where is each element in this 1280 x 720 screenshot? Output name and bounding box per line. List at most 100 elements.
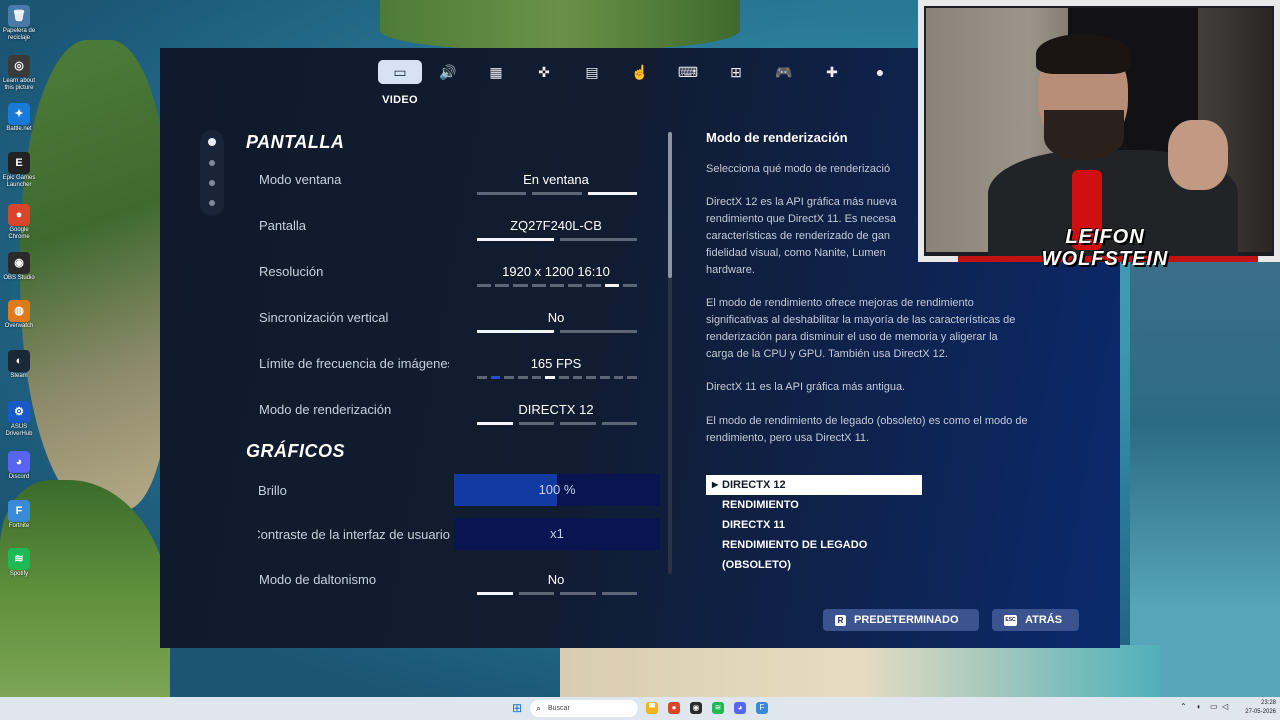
setting-option-bars[interactable] bbox=[477, 238, 637, 242]
option-bar[interactable] bbox=[477, 238, 554, 241]
desktop-shortcut[interactable]: ◐ Steam bbox=[2, 350, 36, 380]
option-bar[interactable] bbox=[572, 376, 583, 379]
default-button[interactable]: R PREDETERMINADO bbox=[823, 609, 979, 631]
desktop-shortcut[interactable]: ◕ Discord bbox=[2, 451, 36, 481]
setting-option-bars[interactable] bbox=[477, 284, 637, 288]
option-bar[interactable] bbox=[495, 284, 510, 287]
option-bar[interactable] bbox=[587, 192, 637, 195]
option-bar[interactable] bbox=[531, 284, 546, 287]
tab-account[interactable]: ● bbox=[858, 60, 902, 84]
option-bar[interactable] bbox=[545, 376, 556, 379]
desktop-shortcut[interactable]: ✦ Battle.net bbox=[2, 103, 36, 133]
slider-brightness[interactable]: 100 % bbox=[454, 474, 660, 506]
chrome-taskbar-icon[interactable]: ● bbox=[668, 702, 680, 714]
file-explorer-icon[interactable]: ▀ bbox=[646, 702, 658, 714]
option-bar[interactable] bbox=[532, 192, 582, 195]
desktop-shortcut[interactable]: ◍ Overwatch bbox=[2, 300, 36, 330]
option-bar[interactable] bbox=[586, 376, 597, 379]
settings-scrollbar[interactable] bbox=[668, 132, 672, 574]
section-pager[interactable] bbox=[200, 130, 224, 216]
option-bar[interactable] bbox=[613, 376, 624, 379]
setting-value[interactable]: DIRECTX 12 bbox=[456, 402, 656, 417]
option-bar[interactable] bbox=[477, 376, 487, 379]
option-bar[interactable] bbox=[477, 284, 492, 287]
tab-hud[interactable]: ▤ bbox=[570, 60, 614, 84]
setting-value[interactable]: ZQ27F240L-CB bbox=[456, 218, 656, 233]
option-bar[interactable] bbox=[490, 376, 501, 379]
option-bar[interactable] bbox=[622, 284, 637, 287]
option-bar[interactable] bbox=[513, 284, 528, 287]
option-bar[interactable] bbox=[627, 376, 638, 379]
pager-dot[interactable] bbox=[208, 138, 216, 146]
setting-value[interactable]: 165 FPS bbox=[456, 356, 656, 371]
desktop-shortcut[interactable]: ⚙ ASUS DriverHub bbox=[2, 401, 36, 438]
render-option[interactable]: DIRECTX 11 bbox=[706, 515, 922, 535]
option-bar[interactable] bbox=[586, 284, 601, 287]
slider-ui-contrast[interactable]: x1 bbox=[454, 518, 660, 550]
setting-option-bars[interactable] bbox=[477, 592, 637, 596]
windows-start-icon[interactable]: ⊞ bbox=[512, 702, 524, 714]
desktop-shortcut[interactable]: ≋ Spotify bbox=[2, 548, 36, 578]
option-bar[interactable] bbox=[477, 422, 513, 425]
option-bar[interactable] bbox=[568, 284, 583, 287]
tab-monitor[interactable]: ▭ bbox=[378, 60, 422, 84]
option-bar[interactable] bbox=[560, 422, 596, 425]
tab-dpad[interactable]: ✚ bbox=[810, 60, 854, 84]
desktop-shortcut[interactable]: ● Google Chrome bbox=[2, 204, 36, 241]
option-bar[interactable] bbox=[477, 192, 527, 195]
option-bar[interactable] bbox=[518, 592, 554, 595]
option-bar[interactable] bbox=[477, 592, 513, 595]
option-bar[interactable] bbox=[600, 376, 610, 379]
option-bar[interactable] bbox=[504, 376, 515, 379]
option-bar[interactable] bbox=[549, 284, 565, 287]
render-option[interactable]: ▶ DIRECTX 12 bbox=[706, 475, 922, 495]
render-option[interactable]: RENDIMIENTO bbox=[706, 495, 922, 515]
volume-tray-icon[interactable]: ◁ bbox=[1222, 702, 1228, 711]
option-bar[interactable] bbox=[601, 592, 637, 595]
back-button[interactable]: ESC ATRÁS bbox=[992, 609, 1079, 631]
tab-accessibility[interactable]: ▦ bbox=[474, 60, 518, 84]
tab-pointer[interactable]: ☝ bbox=[618, 60, 662, 84]
setting-value[interactable]: En ventana bbox=[456, 172, 656, 187]
option-bar[interactable] bbox=[604, 284, 619, 287]
option-bar[interactable] bbox=[601, 422, 637, 425]
desktop-shortcut[interactable]: E Epic Games Launcher bbox=[2, 152, 36, 189]
discord-taskbar-icon[interactable]: ◕ bbox=[734, 702, 746, 714]
tab-speaker[interactable]: 🔊 bbox=[426, 60, 470, 84]
option-bar[interactable] bbox=[560, 330, 637, 333]
taskbar-clock[interactable]: 23:28 27-05-2026 bbox=[1236, 699, 1276, 717]
option-bar[interactable] bbox=[560, 592, 596, 595]
render-option[interactable]: RENDIMIENTO DE LEGADO (OBSOLETO) bbox=[706, 535, 922, 571]
obs-taskbar-icon[interactable]: ◉ bbox=[690, 702, 702, 714]
setting-option-bars[interactable] bbox=[477, 422, 637, 426]
tray-chevron-icon[interactable]: ⌃ bbox=[1180, 702, 1187, 711]
network-tray-icon[interactable]: ▭ bbox=[1210, 702, 1218, 711]
option-bar[interactable] bbox=[559, 376, 569, 379]
setting-value[interactable]: No bbox=[456, 310, 656, 325]
option-bar[interactable] bbox=[560, 238, 637, 241]
desktop-shortcut[interactable]: ◉ OBS Studio bbox=[2, 252, 36, 282]
pager-dot[interactable] bbox=[209, 180, 215, 186]
fortnite-taskbar-icon[interactable]: F bbox=[756, 702, 768, 714]
tab-mouse-keyboard[interactable]: ⌨ bbox=[666, 60, 710, 84]
option-bar[interactable] bbox=[518, 422, 554, 425]
option-bar[interactable] bbox=[531, 376, 542, 379]
tab-controller[interactable]: 🎮 bbox=[762, 60, 806, 84]
desktop-shortcut[interactable]: F Fortnite bbox=[2, 500, 36, 530]
pager-dot[interactable] bbox=[209, 160, 215, 166]
spotify-taskbar-icon[interactable]: ≋ bbox=[712, 702, 724, 714]
setting-value[interactable]: No bbox=[456, 572, 656, 587]
option-bar[interactable] bbox=[518, 376, 528, 379]
scrollbar-thumb[interactable] bbox=[668, 132, 672, 278]
taskbar-search[interactable]: ⌕ Buscar bbox=[530, 700, 638, 717]
tab-gamepad-touch[interactable]: ✜ bbox=[522, 60, 566, 84]
desktop-shortcut[interactable]: 🗑 Papelera de reciclaje bbox=[2, 5, 36, 42]
setting-value[interactable]: 1920 x 1200 16:10 bbox=[456, 264, 656, 279]
option-bar[interactable] bbox=[477, 330, 554, 333]
desktop-shortcut[interactable]: ◎ Learn about this picture bbox=[2, 55, 36, 92]
microphone-tray-icon[interactable]: ◖ bbox=[1196, 702, 1201, 711]
pager-dot[interactable] bbox=[209, 200, 215, 206]
setting-option-bars[interactable] bbox=[477, 192, 637, 196]
setting-option-bars[interactable] bbox=[477, 376, 638, 380]
setting-option-bars[interactable] bbox=[477, 330, 637, 334]
